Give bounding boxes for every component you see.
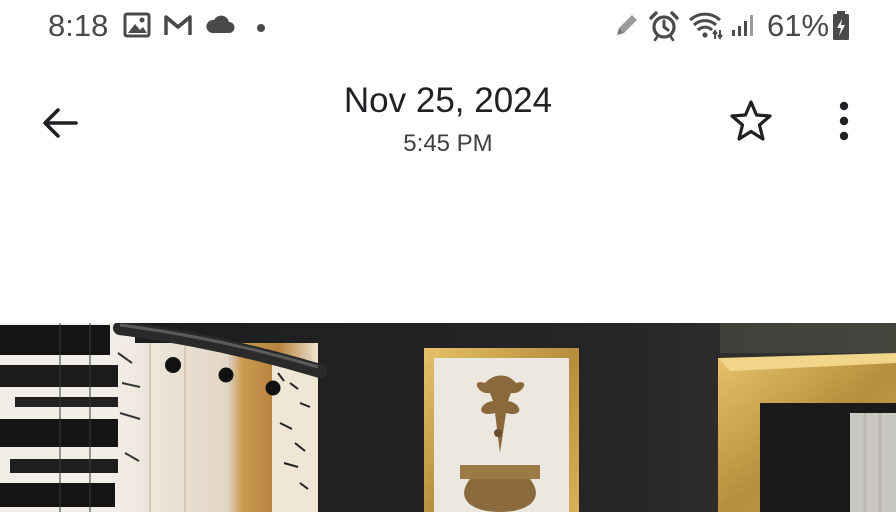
photo-date: Nov 25, 2024 bbox=[343, 81, 553, 120]
framed-artwork bbox=[424, 348, 579, 512]
back-button[interactable] bbox=[36, 98, 86, 148]
star-outline-icon bbox=[726, 100, 776, 150]
striped-curtain bbox=[0, 323, 135, 512]
app-bar: Nov 25, 2024 5:45 PM bbox=[0, 60, 896, 180]
gold-mirror bbox=[718, 353, 896, 512]
status-time: 8:18 bbox=[48, 8, 109, 43]
gmail-icon bbox=[163, 13, 193, 43]
alarm-icon bbox=[648, 9, 680, 42]
image-icon bbox=[123, 12, 151, 42]
cloud-icon bbox=[205, 14, 235, 44]
battery-icon bbox=[831, 10, 851, 40]
title-block: Nov 25, 2024 5:45 PM bbox=[248, 80, 648, 158]
back-arrow-icon bbox=[36, 108, 86, 152]
photo-image[interactable] bbox=[0, 323, 896, 512]
signal-icon bbox=[730, 12, 758, 42]
dot-icon bbox=[256, 20, 266, 50]
more-vert-icon bbox=[822, 101, 866, 150]
wifi-icon bbox=[688, 10, 724, 40]
status-bar: 8:18 61% bbox=[0, 0, 896, 52]
edit-pencil-icon bbox=[613, 11, 641, 41]
battery-percent: 61% bbox=[767, 8, 830, 43]
favorite-button[interactable] bbox=[726, 96, 776, 146]
more-options-button[interactable] bbox=[822, 96, 866, 146]
photo-time: 5:45 PM bbox=[403, 130, 493, 157]
photo-viewer-screen: 8:18 61% Nov 25, 2024 5:45 PM bbox=[0, 0, 896, 512]
